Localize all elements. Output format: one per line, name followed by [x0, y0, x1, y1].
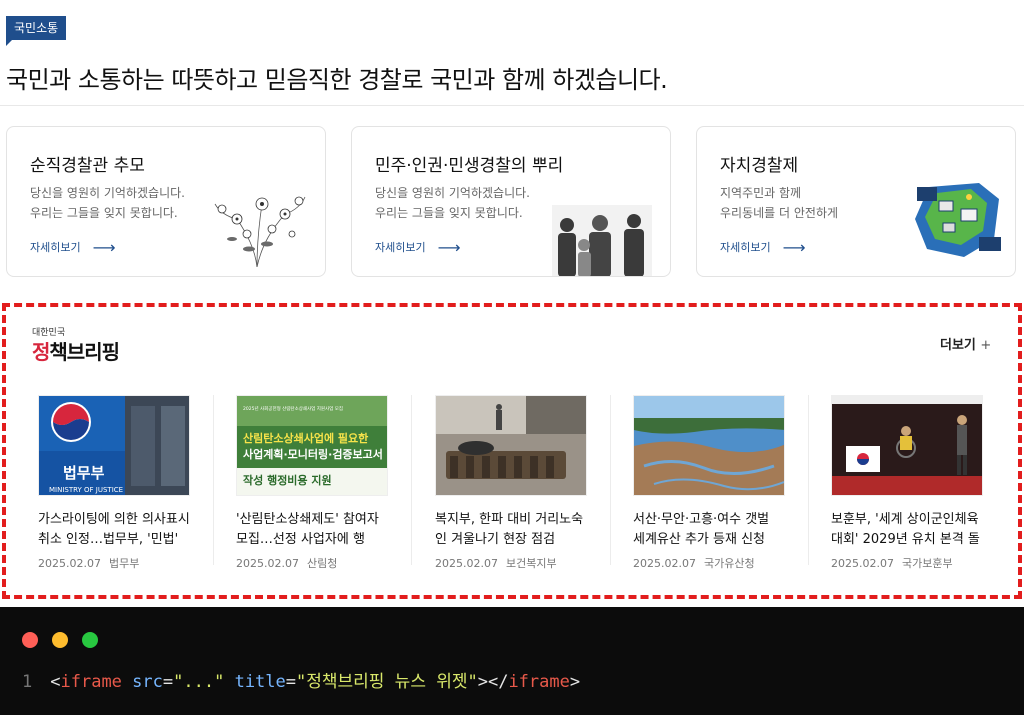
news-divider: [610, 395, 611, 565]
code-line: 1 <iframe src="..." title="정책브리핑 뉴스 위젯"><…: [22, 667, 580, 692]
brand-logo-red: 정: [32, 340, 50, 364]
news-meta: 2025.02.07 보건복지부: [435, 555, 587, 571]
code-tag: iframe: [508, 672, 570, 692]
brand-logo-rest: 책브리핑: [49, 340, 120, 364]
window-maximize-dot-icon: [82, 632, 98, 648]
news-date: 2025.02.07: [435, 557, 498, 570]
card-description: 당신을 영원히 기억하겠습니다. 우리는 그들을 잊지 못합니다.: [375, 183, 530, 223]
code-token: =: [285, 672, 297, 692]
news-source: 국가보훈부: [901, 557, 953, 570]
news-source: 보건복지부: [505, 557, 557, 570]
news-item[interactable]: 보훈부, '세계 상이군인체육대회' 2029년 유치 본격 돌입 2025.0…: [831, 395, 983, 571]
card-desc-line: 우리는 그들을 잊지 못합니다.: [30, 206, 178, 220]
card-desc-line: 당신을 영원히 기억하겠습니다.: [30, 186, 185, 200]
news-meta: 2025.02.07 산림청: [236, 555, 388, 571]
news-title[interactable]: '산림탄소상쇄제도' 참여자 모집…선정 사업자에 행정…: [236, 510, 388, 550]
news-item[interactable]: 복지부, 한파 대비 거리노숙인 겨울나기 현장 점검 2025.02.07 보건…: [435, 395, 587, 571]
news-date: 2025.02.07: [831, 557, 894, 570]
code-token: >: [569, 672, 581, 692]
code-attr: src: [132, 672, 163, 692]
arrow-right-icon: ⟶: [782, 237, 806, 257]
thumb-line2: 사업계획·모니터링·검증보고서: [243, 447, 383, 461]
detail-link[interactable]: 자세히보기 ⟶: [375, 239, 461, 255]
news-thumbnail[interactable]: [831, 395, 983, 496]
code-attr: title: [234, 672, 286, 692]
news-divider: [411, 395, 412, 565]
code-string: "정책브리핑 뉴스 위젯": [296, 672, 478, 692]
intro-section: 국민소통 국민과 소통하는 따뜻하고 믿음직한 경찰로 국민과 함께 하겠습니다…: [0, 0, 1024, 106]
detail-link-label: 자세히보기: [720, 241, 771, 254]
ceremony-photo-icon: [832, 396, 982, 495]
card-title: 자치경찰제: [720, 156, 799, 176]
code-token: ></: [477, 672, 509, 692]
news-date: 2025.02.07: [38, 557, 101, 570]
card-description: 지역주민과 함께 우리동네를 더 안전하게: [720, 183, 838, 223]
code-token: =: [162, 672, 174, 692]
detail-link-label: 자세히보기: [30, 241, 81, 254]
detail-link[interactable]: 자세히보기 ⟶: [720, 239, 806, 255]
news-date: 2025.02.07: [633, 557, 696, 570]
news-thumbnail[interactable]: [435, 395, 587, 496]
card-description: 당신을 영원히 기억하겠습니다. 우리는 그들을 잊지 못합니다.: [30, 183, 185, 223]
tidal-flat-photo-icon: [634, 396, 784, 495]
code-tag: iframe: [60, 672, 122, 692]
thumb-line3: 작성 행정비용 지원: [243, 473, 332, 487]
more-label: 더보기: [940, 338, 976, 353]
brand-logo[interactable]: 정책브리핑: [32, 336, 120, 365]
news-thumbnail[interactable]: 법무부 MINISTRY OF JUSTICE: [38, 395, 190, 496]
news-thumbnail[interactable]: [633, 395, 785, 496]
news-source: 산림청: [306, 557, 338, 570]
news-meta: 2025.02.07 국가보훈부: [831, 555, 983, 571]
card-memorial[interactable]: 순직경찰관 추모 당신을 영원히 기억하겠습니다. 우리는 그들을 잊지 못합니…: [6, 126, 326, 277]
news-title[interactable]: 복지부, 한파 대비 거리노숙인 겨울나기 현장 점검: [435, 510, 587, 550]
news-title[interactable]: 보훈부, '세계 상이군인체육대회' 2029년 유치 본격 돌입: [831, 510, 983, 550]
news-item[interactable]: 2025년 사회공헌형 산림탄소상쇄사업 지원사업 모집 산림탄소상쇄사업에 필…: [236, 395, 388, 571]
section-badge: 국민소통: [6, 16, 67, 46]
plus-icon: +: [980, 338, 992, 353]
code-token: <: [50, 672, 61, 692]
more-button[interactable]: 더보기 +: [940, 334, 991, 353]
card-autonomous-police[interactable]: 자치경찰제 지역주민과 함께 우리동네를 더 안전하게 자세히보기 ⟶: [696, 126, 1016, 277]
window-close-dot-icon: [22, 632, 38, 648]
detail-link[interactable]: 자세히보기 ⟶: [30, 239, 116, 255]
news-meta: 2025.02.07 국가유산청: [633, 555, 785, 571]
code-string: "...": [173, 672, 225, 692]
news-date: 2025.02.07: [236, 557, 299, 570]
news-title[interactable]: 서산·무안·고흥·여수 갯벌 세계유산 추가 등재 신청: [633, 510, 785, 550]
street-scene-photo-icon: [436, 396, 586, 495]
map-illustration-icon: [915, 183, 1001, 257]
code-snippet-panel: [0, 607, 1024, 715]
historic-photo-icon: [552, 205, 652, 276]
thumb-sign-en: MINISTRY OF JUSTICE: [49, 486, 123, 494]
news-item[interactable]: 법무부 MINISTRY OF JUSTICE 가스라이팅에 의한 의사표시 취…: [38, 395, 190, 571]
news-title[interactable]: 가스라이팅에 의한 의사표시 취소 인정…법무부, '민법' …: [38, 510, 190, 550]
thumb-line1: 산림탄소상쇄사업에 필요한: [243, 431, 368, 445]
news-item[interactable]: 서산·무안·고흥·여수 갯벌 세계유산 추가 등재 신청 2025.02.07 국…: [633, 395, 785, 571]
arrow-right-icon: ⟶: [437, 237, 461, 257]
card-history[interactable]: 민주·인권·민생경찰의 뿌리 당신을 영원히 기억하겠습니다. 우리는 그들을 …: [351, 126, 671, 277]
flower-illustration-icon: [214, 196, 306, 267]
card-title: 순직경찰관 추모: [30, 156, 145, 176]
card-desc-line: 지역주민과 함께: [720, 186, 802, 200]
news-divider: [213, 395, 214, 565]
ministry-building-photo-icon: 법무부 MINISTRY OF JUSTICE: [39, 396, 189, 495]
news-source: 국가유산청: [703, 557, 755, 570]
thumb-small-text: 2025년 사회공헌형 산림탄소상쇄사업 지원사업 모집: [243, 405, 343, 412]
arrow-right-icon: ⟶: [92, 237, 116, 257]
thumb-sign-text: 법무부: [63, 464, 105, 482]
forest-banner-icon: 2025년 사회공헌형 산림탄소상쇄사업 지원사업 모집 산림탄소상쇄사업에 필…: [237, 396, 387, 495]
news-source: 법무부: [108, 557, 140, 570]
card-desc-line: 우리동네를 더 안전하게: [720, 206, 839, 220]
card-desc-line: 당신을 영원히 기억하겠습니다.: [375, 186, 530, 200]
news-meta: 2025.02.07 법무부: [38, 555, 190, 571]
card-desc-line: 우리는 그들을 잊지 못합니다.: [375, 206, 523, 220]
detail-link-label: 자세히보기: [375, 241, 426, 254]
window-minimize-dot-icon: [52, 632, 68, 648]
news-thumbnail[interactable]: 2025년 사회공헌형 산림탄소상쇄사업 지원사업 모집 산림탄소상쇄사업에 필…: [236, 395, 388, 496]
news-divider: [808, 395, 809, 565]
line-number: 1: [22, 672, 33, 692]
card-title: 민주·인권·민생경찰의 뿌리: [375, 156, 564, 176]
page-headline: 국민과 소통하는 따뜻하고 믿음직한 경찰로 국민과 함께 하겠습니다.: [6, 66, 668, 94]
